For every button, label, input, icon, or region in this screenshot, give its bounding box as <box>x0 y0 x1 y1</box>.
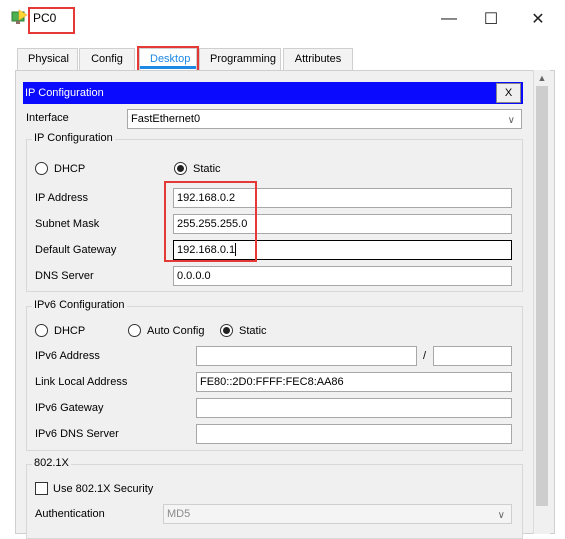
dns-server-field[interactable]: 0.0.0.0 <box>173 266 512 286</box>
ipv6-gateway-label: IPv6 Gateway <box>35 402 104 414</box>
ip-address-label: IP Address <box>35 192 88 204</box>
maximize-button[interactable]: ☐ <box>480 8 502 30</box>
ipv4-group-label: IP Configuration <box>32 132 115 144</box>
authentication-select[interactable]: MD5 ∨ <box>163 504 512 524</box>
minimize-button[interactable]: — <box>438 8 460 30</box>
tab-programming[interactable]: Programming <box>199 48 281 70</box>
ip-config-header: IP Configuration <box>23 82 523 104</box>
ipv6-auto-config-radio[interactable] <box>128 324 141 337</box>
authentication-value: MD5 <box>167 508 191 520</box>
ipv4-static-label: Static <box>193 163 221 175</box>
scroll-up-arrow-icon[interactable]: ▲ <box>536 72 548 84</box>
subnet-mask-label: Subnet Mask <box>35 218 100 230</box>
default-gateway-label: Default Gateway <box>35 244 117 256</box>
link-local-address-field[interactable]: FE80::2D0:FFFF:FEC8:AA86 <box>196 372 512 392</box>
ipv6-dhcp-label: DHCP <box>54 325 86 337</box>
chevron-down-icon: ∨ <box>497 510 505 521</box>
ipv6-static-radio[interactable] <box>220 324 233 337</box>
tab-config[interactable]: Config <box>79 48 135 70</box>
chevron-down-icon: ∨ <box>507 115 515 126</box>
ip-config-close-button[interactable]: X <box>496 83 521 103</box>
use-8021x-checkbox[interactable] <box>35 482 48 495</box>
close-window-button[interactable]: ✕ <box>527 8 549 30</box>
title-highlight-box <box>28 7 75 34</box>
link-local-address-label: Link Local Address <box>35 376 128 388</box>
ipv6-address-label: IPv6 Address <box>35 350 100 362</box>
dot1x-group-label: 802.1X <box>32 457 71 469</box>
ipv6-group-label: IPv6 Configuration <box>32 299 127 311</box>
ipv4-static-radio[interactable] <box>174 162 187 175</box>
interface-label: Interface <box>26 112 69 124</box>
ip-fields-highlight-box <box>164 181 257 262</box>
ipv6-dns-server-label: IPv6 DNS Server <box>35 428 119 440</box>
ipv6-prefix-field[interactable] <box>433 346 512 366</box>
tab-physical[interactable]: Physical <box>17 48 78 70</box>
ipv6-dns-server-field[interactable] <box>196 424 512 444</box>
scroll-thumb[interactable] <box>536 86 548 506</box>
app-icon <box>10 9 28 27</box>
dns-server-label: DNS Server <box>35 270 94 282</box>
authentication-label: Authentication <box>35 508 105 520</box>
ipv6-address-field[interactable] <box>196 346 417 366</box>
ipv4-dhcp-radio[interactable] <box>35 162 48 175</box>
prefix-separator: / <box>423 350 427 362</box>
dot1x-group <box>26 464 523 539</box>
use-8021x-label: Use 802.1X Security <box>53 483 154 495</box>
ipv6-auto-config-label: Auto Config <box>147 325 205 337</box>
interface-select[interactable]: FastEthernet0 ∨ <box>127 109 522 129</box>
ipv6-dhcp-radio[interactable] <box>35 324 48 337</box>
ipv4-dhcp-label: DHCP <box>54 163 86 175</box>
ipv6-gateway-field[interactable] <box>196 398 512 418</box>
tab-attributes[interactable]: Attributes <box>283 48 353 70</box>
interface-value: FastEthernet0 <box>131 113 201 125</box>
ipv6-static-label: Static <box>239 325 267 337</box>
